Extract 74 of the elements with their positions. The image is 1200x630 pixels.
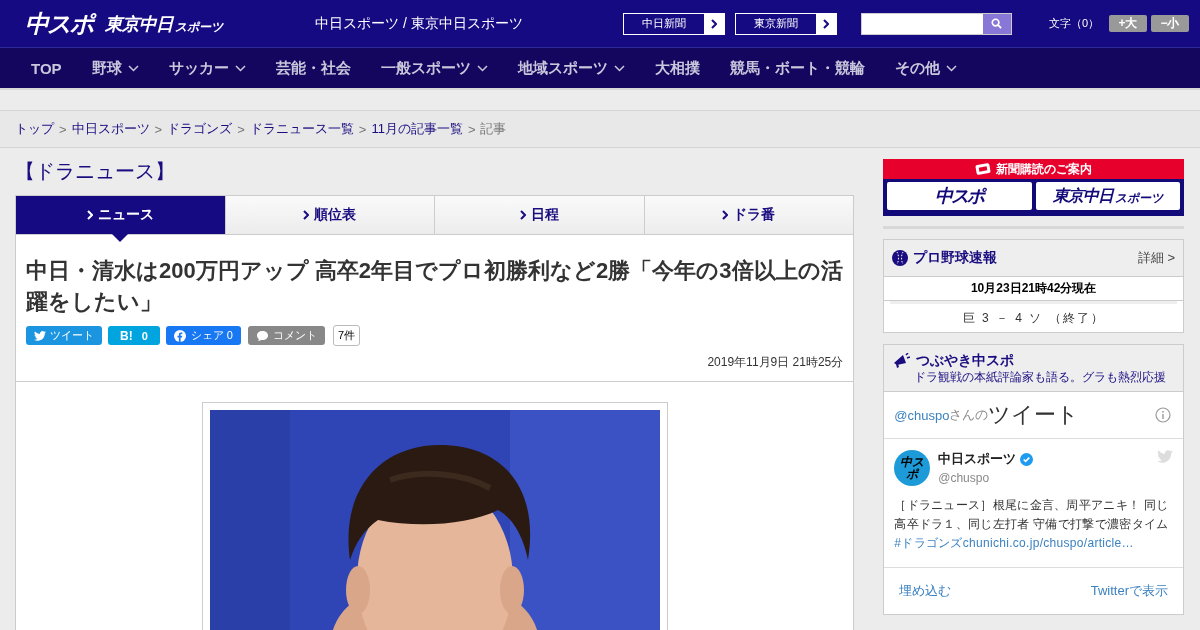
speech-bubble-icon xyxy=(256,329,269,342)
breadcrumb-separator: > xyxy=(59,121,67,137)
breadcrumb-separator: > xyxy=(358,121,367,137)
view-on-twitter-link[interactable]: Twitterで表示 xyxy=(1090,582,1168,600)
breadcrumb-link[interactable]: トップ xyxy=(15,120,54,138)
bird-icon xyxy=(1157,450,1173,463)
breadcrumb-current: 記事 xyxy=(480,120,507,138)
baseball-icon xyxy=(892,250,909,266)
share-button[interactable]: シェア 0 xyxy=(165,326,241,345)
megaphone-icon xyxy=(892,353,911,369)
details-link[interactable]: 詳細 > xyxy=(1137,249,1175,267)
section-title: 【ドラニュース】 xyxy=(15,159,176,184)
embed-link[interactable]: 埋め込む xyxy=(899,582,952,600)
tab[interactable]: 順位表 xyxy=(224,196,435,234)
chevron-down-icon xyxy=(127,64,139,72)
handle-link[interactable]: @chuspo xyxy=(894,407,950,423)
timeline-label: さんの xyxy=(949,406,989,422)
breadcrumb-link[interactable]: 11月の記事一覧 xyxy=(371,120,463,138)
breadcrumb-separator: > xyxy=(154,121,163,137)
nav-item[interactable]: 一般スポーツ xyxy=(380,58,488,78)
tab[interactable]: ドラ番 xyxy=(643,196,854,234)
newspaper-icon xyxy=(975,163,992,175)
chevron-down-icon xyxy=(476,64,488,72)
chevron-icon xyxy=(519,210,526,220)
widget-title: プロ野球速報 xyxy=(913,249,998,267)
game-score[interactable]: 巨 3 － 4 ソ （終了） xyxy=(890,301,1177,332)
chevron-icon xyxy=(722,210,729,220)
bird-icon xyxy=(34,330,46,341)
chevron-icon xyxy=(303,210,310,220)
comment-count: 7件 xyxy=(333,325,361,346)
article-headline: 中日・清水は200万円アップ 高卒2年目でプロ初勝利など2勝「今年の3倍以上の活躍をしたい」 xyxy=(26,257,844,316)
chevron-down-icon xyxy=(945,64,957,72)
banner-title: 新聞購読のご案内 xyxy=(996,160,1093,178)
site-title: 中日スポーツ / 東京中日スポーツ xyxy=(315,14,523,33)
font-size-label: 文字（0） xyxy=(1048,16,1099,31)
chevron-icon xyxy=(822,18,829,29)
search-icon xyxy=(991,18,1003,29)
update-time: 10月23日21時42分現在 xyxy=(884,277,1183,301)
chevron-down-icon xyxy=(234,64,246,72)
nav-item[interactable]: 地域スポーツ xyxy=(517,58,625,78)
info-icon xyxy=(1155,407,1171,423)
newspaper-link[interactable]: 中日新聞 xyxy=(622,12,725,35)
account-name[interactable]: 中日スポーツ xyxy=(938,450,1017,468)
article-date: 2019年11月9日 21時25分 xyxy=(706,354,844,371)
nav-item[interactable]: 野球 xyxy=(91,58,139,78)
avatar[interactable]: 中スポ xyxy=(894,450,931,486)
comment-button[interactable]: コメント xyxy=(248,326,325,345)
nav-item[interactable]: その他 xyxy=(894,58,957,78)
breadcrumb-link[interactable]: ドラニュース一覧 xyxy=(249,120,354,138)
account-handle[interactable]: @chuspo xyxy=(938,471,1034,485)
hashtag-link[interactable]: #ドラゴンズ xyxy=(894,536,963,550)
widget-title: つぶやき中スポ xyxy=(916,352,1015,370)
chevron-down-icon xyxy=(613,64,625,72)
timeline-title: ツイート xyxy=(988,401,1080,429)
nav-item[interactable]: 芸能・社会 xyxy=(275,58,351,78)
tweet-text: ［ドラニュース］根尾に金言、周平アニキ！ 同じ高卒ドラ１、同じ左打者 守備で打撃で濃密タイム #ドラゴンズchunichi.co.jp/chuspo/article… xyxy=(894,497,1170,552)
breadcrumb-separator: > xyxy=(467,121,476,137)
widget-subtitle: ドラ観戦の本紙評論家も語る。グラも熱烈応援 xyxy=(914,369,1168,386)
breadcrumb-link[interactable]: 中日スポーツ xyxy=(71,120,150,138)
nav-item[interactable]: サッカー xyxy=(168,58,246,78)
search-button[interactable] xyxy=(982,13,1011,34)
breadcrumb-link[interactable]: ドラゴンズ xyxy=(167,120,233,138)
logo[interactable]: 東京中日スポーツ xyxy=(105,11,223,36)
nav-item[interactable]: 大相撲 xyxy=(654,58,700,78)
search-field[interactable] xyxy=(860,12,1012,35)
chevron-icon xyxy=(86,210,93,220)
chevron-icon xyxy=(710,18,717,29)
newspaper-link[interactable]: 東京新聞 xyxy=(734,12,837,35)
facebook-icon xyxy=(173,329,186,342)
nav-item[interactable]: TOP xyxy=(31,59,62,77)
tab[interactable]: 日程 xyxy=(434,196,644,234)
breadcrumb-separator: > xyxy=(237,121,245,137)
nav-item[interactable]: 競馬・ボート・競輪 xyxy=(729,58,865,78)
article-link[interactable]: chunichi.co.jp/chuspo/article… xyxy=(962,536,1134,550)
